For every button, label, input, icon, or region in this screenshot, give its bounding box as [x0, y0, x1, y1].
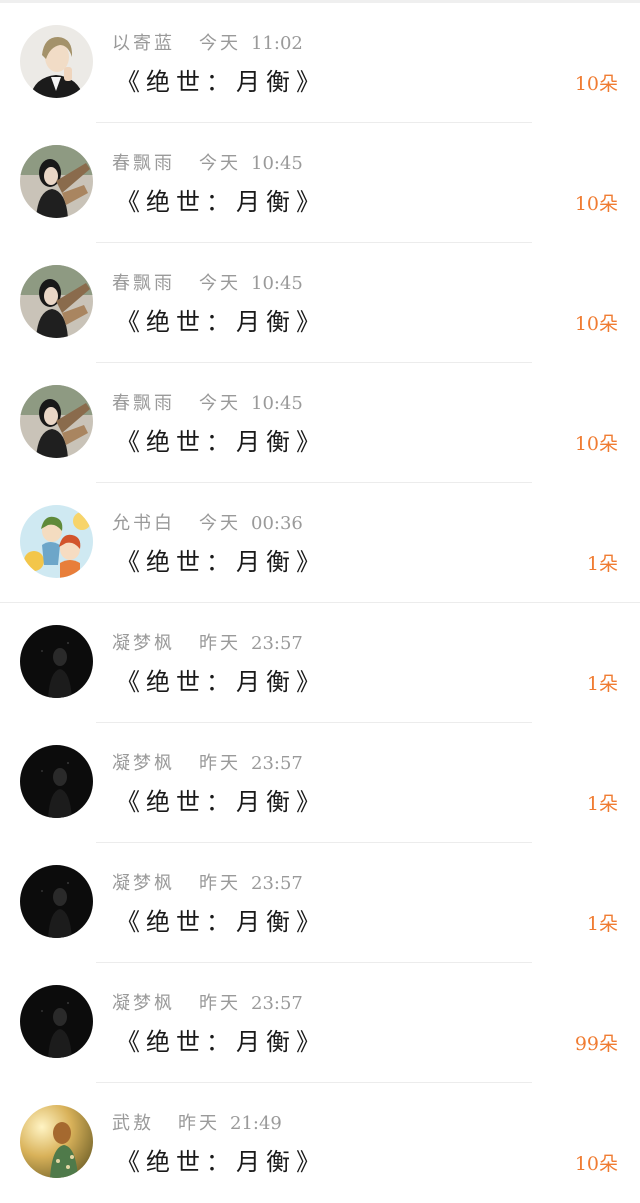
user-name[interactable]: 凝梦枫	[112, 633, 175, 654]
book-title[interactable]: 《绝世：月衡》	[116, 1025, 326, 1059]
gift-day: 今天	[199, 273, 241, 294]
avatar-dark-icon[interactable]	[20, 865, 93, 938]
gift-time: 23:57	[251, 993, 303, 1014]
avatar-dark-icon[interactable]	[20, 745, 93, 818]
book-title[interactable]: 《绝世：月衡》	[116, 185, 326, 219]
gift-meta: 凝梦枫 昨天 23:57	[112, 631, 303, 657]
book-title[interactable]: 《绝世：月衡》	[116, 665, 326, 699]
list-item[interactable]: 武敖 昨天 21:49 《绝世：月衡》 10朵	[0, 1083, 640, 1203]
list-item[interactable]: 凝梦枫 昨天 23:57 《绝世：月衡》 1朵	[0, 843, 640, 963]
gift-day: 今天	[199, 393, 241, 414]
gift-time: 11:02	[251, 33, 303, 54]
book-title[interactable]: 《绝世：月衡》	[116, 785, 326, 819]
book-title[interactable]: 《绝世：月衡》	[116, 65, 326, 99]
gift-amount: 10朵	[574, 433, 618, 455]
gift-day: 昨天	[178, 1113, 220, 1134]
gift-time: 10:45	[251, 273, 303, 294]
user-name[interactable]: 春飘雨	[112, 273, 175, 294]
gift-meta: 春飘雨 今天 10:45	[112, 271, 303, 297]
gift-amount: 10朵	[574, 313, 618, 335]
gift-time: 10:45	[251, 393, 303, 414]
gift-time: 23:57	[251, 873, 303, 894]
list-item[interactable]: 以寄蓝 今天 11:02 《绝世：月衡》 10朵	[0, 3, 640, 123]
user-name[interactable]: 武敖	[112, 1113, 154, 1134]
gift-meta: 凝梦枫 昨天 23:57	[112, 871, 303, 897]
gift-day: 今天	[199, 33, 241, 54]
gift-day: 昨天	[199, 993, 241, 1014]
avatar-sunset-girl-icon[interactable]	[20, 1105, 93, 1178]
avatar-dark-icon[interactable]	[20, 985, 93, 1058]
gift-day: 昨天	[199, 753, 241, 774]
book-title[interactable]: 《绝世：月衡》	[116, 1145, 326, 1179]
avatar-cartoon-kids-icon[interactable]	[20, 505, 93, 578]
list-item[interactable]: 凝梦枫 昨天 23:57 《绝世：月衡》 1朵	[0, 603, 640, 723]
user-name[interactable]: 凝梦枫	[112, 753, 175, 774]
gift-day: 今天	[199, 513, 241, 534]
gift-amount: 1朵	[586, 673, 618, 695]
gift-amount: 10朵	[574, 193, 618, 215]
user-name[interactable]: 凝梦枫	[112, 873, 175, 894]
user-name[interactable]: 春飘雨	[112, 153, 175, 174]
list-item[interactable]: 春飘雨 今天 10:45 《绝世：月衡》 10朵	[0, 243, 640, 363]
avatar-girl-photo-icon[interactable]	[20, 385, 93, 458]
gift-day: 昨天	[199, 633, 241, 654]
avatar-girl-photo-icon[interactable]	[20, 265, 93, 338]
user-name[interactable]: 允书白	[112, 513, 175, 534]
gift-time: 00:36	[251, 513, 303, 534]
gift-meta: 凝梦枫 昨天 23:57	[112, 751, 303, 777]
gift-amount: 10朵	[574, 1153, 618, 1175]
gift-day: 昨天	[199, 873, 241, 894]
gift-meta: 春飘雨 今天 10:45	[112, 391, 303, 417]
gift-list: 以寄蓝 今天 11:02 《绝世：月衡》 10朵 春飘雨 今天 10:45 《绝世：月衡…	[0, 3, 640, 1203]
list-item[interactable]: 春飘雨 今天 10:45 《绝世：月衡》 10朵	[0, 363, 640, 483]
list-item[interactable]: 春飘雨 今天 10:45 《绝世：月衡》 10朵	[0, 123, 640, 243]
book-title[interactable]: 《绝世：月衡》	[116, 905, 326, 939]
user-name[interactable]: 凝梦枫	[112, 993, 175, 1014]
avatar-dark-icon[interactable]	[20, 625, 93, 698]
list-item[interactable]: 凝梦枫 昨天 23:57 《绝世：月衡》 1朵	[0, 723, 640, 843]
book-title[interactable]: 《绝世：月衡》	[116, 545, 326, 579]
gift-time: 10:45	[251, 153, 303, 174]
gift-meta: 允书白 今天 00:36	[112, 511, 303, 537]
user-name[interactable]: 春飘雨	[112, 393, 175, 414]
gift-time: 23:57	[251, 633, 303, 654]
gift-meta: 武敖 昨天 21:49	[112, 1111, 282, 1137]
gift-amount: 99朵	[574, 1033, 618, 1055]
list-item[interactable]: 凝梦枫 昨天 23:57 《绝世：月衡》 99朵	[0, 963, 640, 1083]
gift-meta: 春飘雨 今天 10:45	[112, 151, 303, 177]
gift-time: 21:49	[230, 1113, 282, 1134]
user-name[interactable]: 以寄蓝	[112, 33, 175, 54]
gift-amount: 1朵	[586, 793, 618, 815]
gift-amount: 1朵	[586, 553, 618, 575]
gift-amount: 10朵	[574, 73, 618, 95]
gift-time: 23:57	[251, 753, 303, 774]
book-title[interactable]: 《绝世：月衡》	[116, 425, 326, 459]
gift-meta: 凝梦枫 昨天 23:57	[112, 991, 303, 1017]
gift-day: 今天	[199, 153, 241, 174]
book-title[interactable]: 《绝世：月衡》	[116, 305, 326, 339]
gift-amount: 1朵	[586, 913, 618, 935]
avatar-anime-boy-icon[interactable]	[20, 25, 93, 98]
gift-meta: 以寄蓝 今天 11:02	[112, 31, 303, 57]
avatar-girl-photo-icon[interactable]	[20, 145, 93, 218]
list-item[interactable]: 允书白 今天 00:36 《绝世：月衡》 1朵	[0, 483, 640, 603]
